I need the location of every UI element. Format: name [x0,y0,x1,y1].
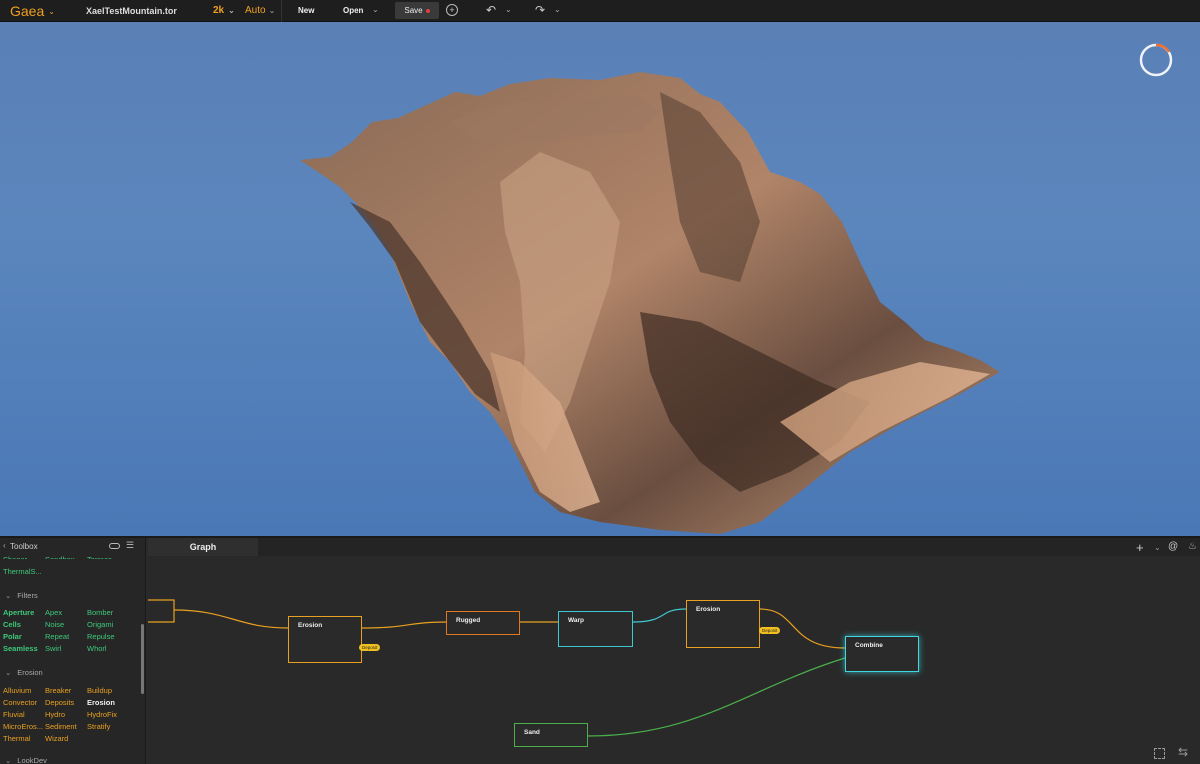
node-label: Warp [568,617,585,624]
toolbox-item[interactable]: Apex [45,608,62,617]
toolbox-item[interactable]: Shaper [3,555,27,559]
toolbox-item[interactable]: Stratify [87,722,110,731]
chevron-down-icon: ⌄ [268,6,276,15]
toolbox-item[interactable]: Noise [45,620,64,629]
deposit-port[interactable]: Deposit [359,644,381,651]
node-label: Erosion [696,606,721,613]
redo-chevron-down-icon[interactable]: ⌄ [554,5,561,14]
save-label: Save [404,6,423,15]
toolbox-item[interactable]: Seamless [3,644,38,653]
toolbox-item[interactable]: Convector [3,698,37,707]
refresh-icon[interactable]: ⇆ [1178,745,1188,759]
app-window: Gaea ⌄ XaelTestMountain.tor 2k ⌄ Auto ⌄ … [0,0,1200,764]
brand-label: Gaea [10,3,45,19]
menu-icon[interactable]: ☰ [126,540,134,551]
toolbox-item[interactable]: Deposits [45,698,74,707]
resolution-dropdown[interactable]: 2k ⌄ [213,5,235,16]
toolbox-item[interactable]: Repeat [45,632,69,641]
toolbox-scrollbar[interactable] [141,624,144,694]
toolbox-item[interactable]: Polar [3,632,22,641]
toolbox-item[interactable]: Sandbox [45,555,75,559]
toolbox-item[interactable]: Bomber [87,608,113,617]
bottom-panel: ‹ Toolbox ☰ Shaper Sandbox Terrace Therm… [0,536,1200,764]
node-label: Rugged [456,617,481,624]
node-label: Sand [524,729,540,736]
toolbox-item[interactable]: Aperture [3,608,34,617]
app-menu-button[interactable]: Gaea ⌄ [10,3,55,19]
add-circle-icon[interactable]: + [446,4,458,16]
toolbox-item[interactable]: Cells [3,620,21,629]
toolbox-item[interactable]: Hydro [45,710,65,719]
3d-viewport[interactable] [0,22,1200,536]
toolbox-item[interactable]: MicroEros... [3,722,43,731]
divider [281,0,282,22]
mode-dropdown[interactable]: Auto ⌄ [245,5,275,16]
toolbox-panel: ‹ Toolbox ☰ Shaper Sandbox Terrace Therm… [0,538,146,764]
chevron-down-icon: ⌄ [48,6,55,16]
toolbox-item[interactable]: Buildup [87,686,112,695]
toggle-icon[interactable] [109,543,120,549]
save-button[interactable]: Save [395,2,439,19]
section-label: Filters [17,591,38,600]
redo-icon[interactable]: ↷ [535,3,545,17]
toolbox-item[interactable]: Whorl [87,644,107,653]
undo-chevron-down-icon[interactable]: ⌄ [505,5,512,14]
graph-panel[interactable]: Graph + ⌄ @ ♨ Erosion Deposit Rugged War… [148,538,1200,764]
toolbox-item[interactable]: HydroFix [87,710,117,719]
toolbox-item[interactable]: Sediment [45,722,77,731]
top-bar: Gaea ⌄ XaelTestMountain.tor 2k ⌄ Auto ⌄ … [0,0,1200,22]
chevron-down-icon: ⌄ [5,756,12,764]
file-name: XaelTestMountain.tor [86,6,177,16]
node-label: Erosion [298,622,323,629]
toolbox-item[interactable]: Alluvium [3,686,31,695]
new-button[interactable]: New [298,6,314,15]
node-label: Combine [855,642,883,649]
toolbox-item[interactable]: Thermal [3,734,31,743]
node-warp[interactable]: Warp [558,611,633,647]
chevron-down-icon: ⌄ [5,591,12,600]
toolbox-item[interactable]: ThermalS... [3,567,42,576]
toolbox-item[interactable]: Repulse [87,632,115,641]
toolbox-item[interactable]: Wizard [45,734,68,743]
node-erosion-2[interactable]: Erosion Deposit [686,600,781,648]
open-button[interactable]: Open [343,6,363,15]
section-label: LookDev [17,756,47,764]
undo-icon[interactable]: ↶ [486,3,496,17]
toolbox-item[interactable]: Terrace [87,555,112,559]
progress-ring-icon [1139,43,1173,77]
resolution-value: 2k [213,5,225,16]
section-header-lookdev[interactable]: ⌄ LookDev [5,756,47,764]
chevron-down-icon: ⌄ [5,668,12,677]
mode-value: Auto [245,5,266,16]
toolbox-item[interactable]: Breaker [45,686,71,695]
toolbox-item[interactable]: Erosion [87,698,115,707]
node-rugged[interactable]: Rugged [446,611,520,635]
toolbox-item[interactable]: Swirl [45,644,61,653]
toolbox-title: Toolbox [10,542,38,551]
section-header-erosion[interactable]: ⌄ Erosion [5,668,43,677]
unsaved-dot-icon [425,8,430,13]
section-label: Erosion [17,668,43,677]
section-header-filters[interactable]: ⌄ Filters [5,591,38,600]
toolbox-item[interactable]: Fluvial [3,710,25,719]
node-combine[interactable]: Combine [845,636,919,672]
node-sand[interactable]: Sand [514,723,588,747]
toolbox-header: ‹ Toolbox ☰ [0,538,146,554]
chevron-down-icon: ⌄ [228,6,235,15]
open-chevron-down-icon[interactable]: ⌄ [372,5,379,14]
chevron-left-icon[interactable]: ‹ [3,541,6,550]
terrain-render [300,72,1000,534]
toolbox-item[interactable]: Origami [87,620,113,629]
deposit-port[interactable]: Deposit [759,627,781,634]
fit-view-icon[interactable] [1154,748,1165,759]
node-erosion[interactable]: Erosion Deposit [288,616,381,663]
